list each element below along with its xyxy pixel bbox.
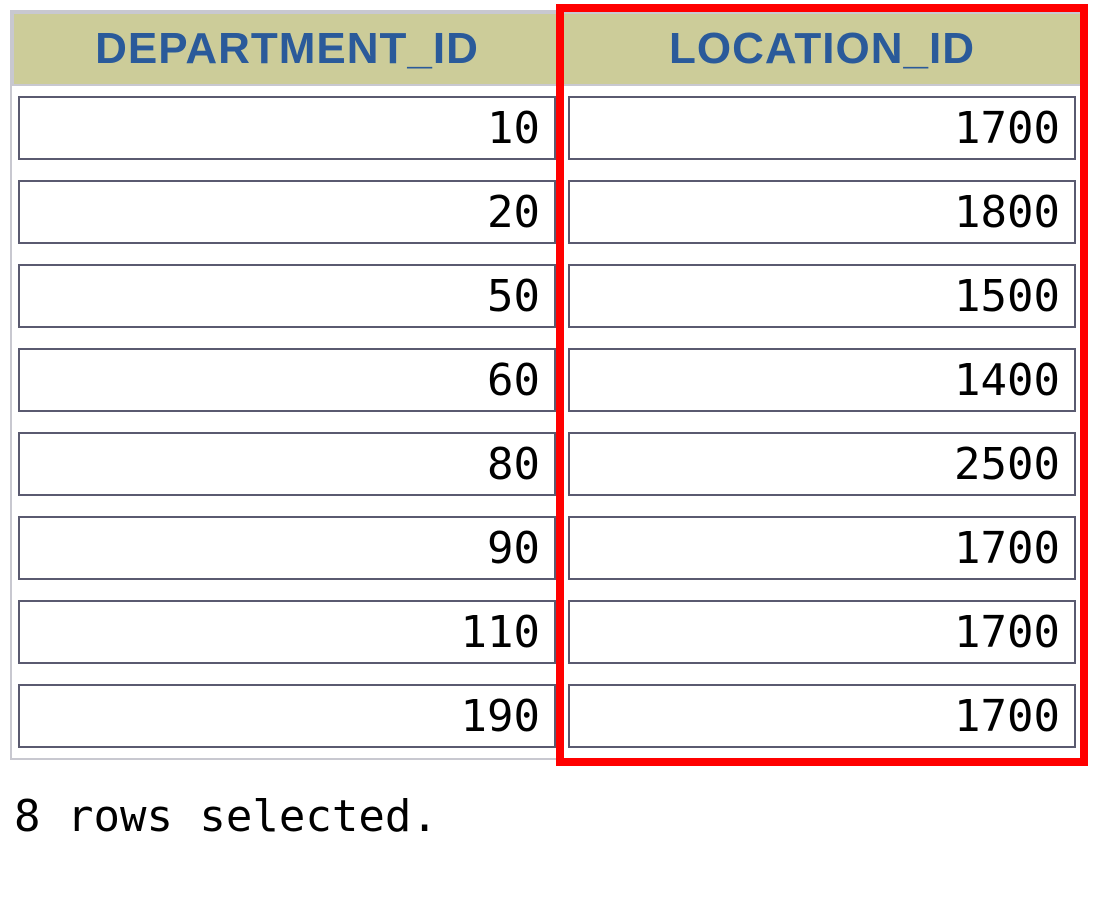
cell-department-id: 110 [18,600,556,664]
cell-location-id: 2500 [568,432,1076,496]
table-row: 60 1400 [12,338,1082,422]
cell-department-id: 80 [18,432,556,496]
cell-location-id: 1700 [568,96,1076,160]
cell-department-id: 10 [18,96,556,160]
cell-location-id: 1500 [568,264,1076,328]
table-row: 190 1700 [12,674,1082,758]
cell-department-id: 60 [18,348,556,412]
cell-location-id: 1700 [568,684,1076,748]
table-row: 110 1700 [12,590,1082,674]
cell-department-id: 190 [18,684,556,748]
result-table: DEPARTMENT_ID LOCATION_ID 10 1700 20 180… [10,10,1084,760]
table-row: 90 1700 [12,506,1082,590]
column-header-location-id: LOCATION_ID [562,12,1082,86]
result-table-wrapper: DEPARTMENT_ID LOCATION_ID 10 1700 20 180… [10,10,1084,760]
cell-department-id: 20 [18,180,556,244]
cell-department-id: 90 [18,516,556,580]
cell-location-id: 1700 [568,600,1076,664]
table-row: 10 1700 [12,86,1082,170]
cell-department-id: 50 [18,264,556,328]
cell-location-id: 1400 [568,348,1076,412]
cell-location-id: 1800 [568,180,1076,244]
table-row: 50 1500 [12,254,1082,338]
table-row: 80 2500 [12,422,1082,506]
column-header-department-id: DEPARTMENT_ID [12,12,562,86]
rows-selected-status: 8 rows selected. [10,791,1106,842]
cell-location-id: 1700 [568,516,1076,580]
table-row: 20 1800 [12,170,1082,254]
